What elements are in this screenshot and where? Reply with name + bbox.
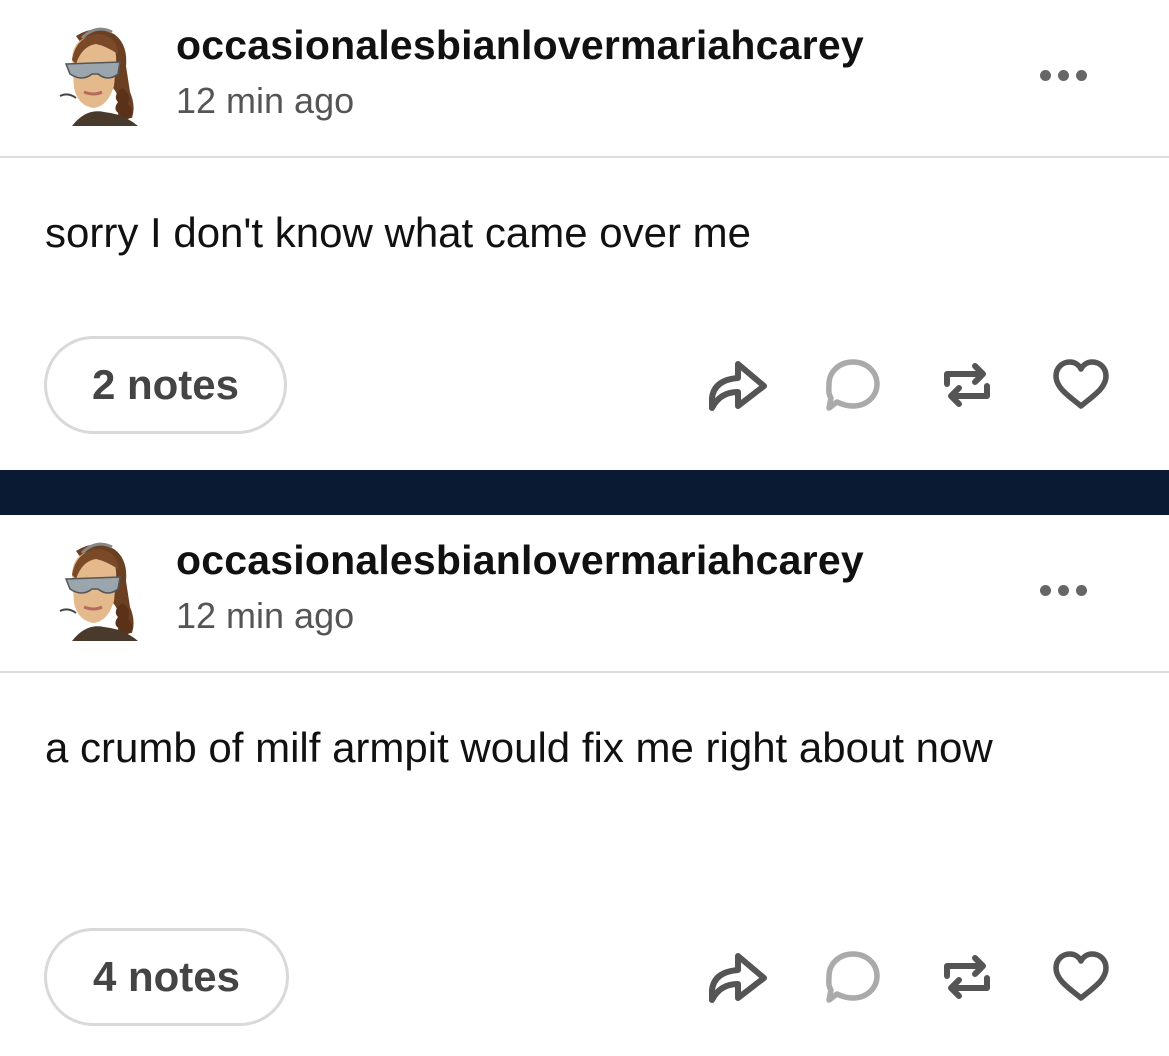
post-actions: [700, 942, 1120, 1012]
post-timestamp: 12 min ago: [176, 80, 355, 121]
post-card-2: occasionalesbianlovermariahcarey 12 min …: [0, 515, 1169, 1056]
post-header: occasionalesbianlovermariahcarey 12 min …: [0, 515, 1169, 673]
notes-count-button[interactable]: 2 notes: [44, 336, 287, 434]
header-divider: [0, 156, 1169, 158]
post-timestamp: 12 min ago: [176, 595, 355, 636]
share-arrow-icon[interactable]: [702, 350, 772, 420]
avatar[interactable]: [46, 537, 142, 641]
reblog-icon[interactable]: [932, 942, 1002, 1012]
heart-icon[interactable]: [1046, 942, 1116, 1012]
post-body-text: a crumb of milf armpit would fix me righ…: [45, 724, 993, 771]
more-horizontal-icon[interactable]: [1040, 62, 1106, 88]
speech-bubble-icon[interactable]: [818, 942, 888, 1012]
heart-icon[interactable]: [1046, 350, 1116, 420]
reblog-icon[interactable]: [932, 350, 1002, 420]
post-body-text: sorry I don't know what came over me: [45, 209, 751, 256]
share-arrow-icon[interactable]: [702, 942, 772, 1012]
post-header: occasionalesbianlovermariahcarey 12 min …: [0, 0, 1169, 158]
post-actions: [700, 350, 1120, 420]
username[interactable]: occasionalesbianlovermariahcarey: [176, 537, 864, 584]
post-separator-band: [0, 470, 1169, 515]
speech-bubble-icon[interactable]: [818, 350, 888, 420]
post-card-1: occasionalesbianlovermariahcarey 12 min …: [0, 0, 1169, 470]
avatar[interactable]: [46, 22, 142, 126]
username[interactable]: occasionalesbianlovermariahcarey: [176, 22, 864, 69]
notes-count-button[interactable]: 4 notes: [44, 928, 289, 1026]
more-horizontal-icon[interactable]: [1040, 577, 1106, 603]
header-divider: [0, 671, 1169, 673]
